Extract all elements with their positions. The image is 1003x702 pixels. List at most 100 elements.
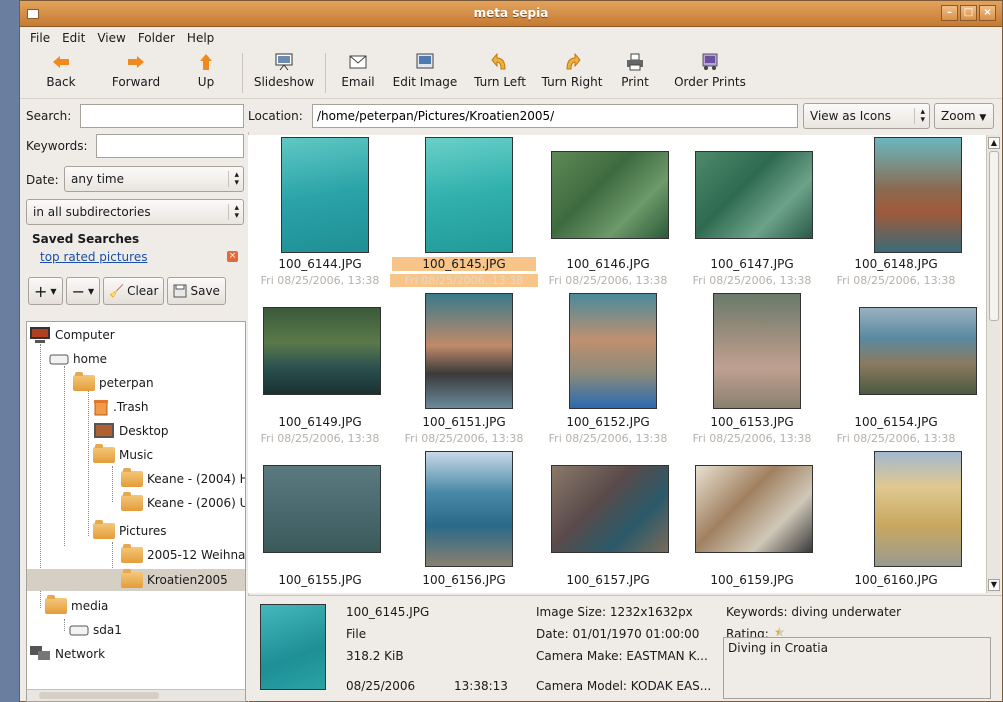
spin-arrows-icon: ▴ ▾ bbox=[228, 204, 239, 221]
email-label: Email bbox=[341, 75, 375, 89]
tree-item-pictures[interactable]: Pictures bbox=[93, 520, 167, 542]
tree-item-keane-2006[interactable]: Keane - (2006) Und bbox=[121, 492, 245, 514]
photo-thumbnail[interactable] bbox=[874, 451, 962, 567]
thumbnail-item[interactable]: 100_6155.JPG bbox=[248, 451, 392, 593]
view-mode-select[interactable]: View as Icons ▴ ▾ bbox=[803, 103, 930, 129]
email-button[interactable]: Email bbox=[332, 49, 384, 97]
file-date: Fri 08/25/2006, 13:38 bbox=[260, 274, 380, 287]
thumbnail-item[interactable]: 100_6152.JPG Fri 08/25/2006, 13:38 bbox=[536, 293, 680, 451]
print-button[interactable]: Print bbox=[610, 49, 660, 97]
close-icon[interactable]: × bbox=[979, 5, 996, 21]
photo-thumbnail[interactable] bbox=[551, 151, 669, 239]
folder-tree[interactable]: Computer home peterpan .Trash Desktop Mu… bbox=[26, 321, 246, 702]
menu-edit[interactable]: Edit bbox=[58, 31, 89, 45]
subdirectories-select[interactable]: in all subdirectories ▴ ▾ bbox=[26, 199, 244, 225]
keywords-input[interactable] bbox=[96, 134, 244, 158]
selected-photo-preview bbox=[260, 604, 326, 690]
menu-file[interactable]: File bbox=[26, 31, 54, 45]
tree-label: Kroatien2005 bbox=[147, 573, 228, 587]
edit-image-label: Edit Image bbox=[392, 75, 458, 89]
photo-thumbnail[interactable] bbox=[695, 465, 813, 553]
thumbnail-item[interactable]: 100_6151.JPG Fri 08/25/2006, 13:38 bbox=[392, 293, 536, 451]
desktop-icon bbox=[94, 423, 114, 438]
remove-search-button[interactable]: − ▼ bbox=[65, 277, 101, 305]
thumbnail-item[interactable]: 100_6146.JPG Fri 08/25/2006, 13:38 bbox=[536, 135, 680, 293]
thumbnail-item[interactable]: 100_6145.JPG Fri 08/25/2006, 13:38 bbox=[390, 135, 538, 293]
comment-field[interactable]: Diving in Croatia bbox=[723, 637, 991, 699]
tree-item-kroatien2005[interactable]: Kroatien2005 bbox=[27, 569, 245, 591]
photo-thumbnail[interactable] bbox=[425, 137, 513, 253]
tree-item-keane-2004[interactable]: Keane - (2004) Hop bbox=[121, 468, 245, 490]
folder-icon bbox=[121, 492, 143, 511]
thumbnail-item[interactable]: 100_6153.JPG Fri 08/25/2006, 13:38 bbox=[680, 293, 824, 451]
photo-thumbnail[interactable] bbox=[425, 451, 513, 567]
thumbnail-item[interactable]: 100_6144.JPG Fri 08/25/2006, 13:38 bbox=[248, 135, 392, 293]
tree-item-home[interactable]: home bbox=[49, 348, 107, 370]
thumbnail-grid[interactable]: 100_6144.JPG Fri 08/25/2006, 13:38 100_6… bbox=[248, 135, 986, 593]
saved-search-top-rated[interactable]: top rated pictures bbox=[40, 250, 147, 264]
slideshow-button[interactable]: Slideshow bbox=[249, 49, 319, 97]
scrollbar-thumb[interactable] bbox=[39, 692, 159, 699]
tree-item-computer[interactable]: Computer bbox=[29, 324, 115, 346]
back-button[interactable]: Back bbox=[26, 49, 96, 97]
thumbnail-item[interactable]: 100_6147.JPG Fri 08/25/2006, 13:38 bbox=[680, 135, 824, 293]
photo-thumbnail[interactable] bbox=[713, 293, 801, 409]
spin-arrows-icon: ▴ ▾ bbox=[228, 171, 239, 188]
search-input[interactable] bbox=[80, 104, 244, 128]
scroll-up-icon[interactable]: ▲ bbox=[988, 137, 1000, 149]
tree-item-weihnachten[interactable]: 2005-12 Weihnach bbox=[121, 544, 245, 566]
zoom-button[interactable]: Zoom ▼ bbox=[934, 103, 994, 129]
photo-thumbnail[interactable] bbox=[551, 465, 669, 553]
thumbnail-item[interactable]: 100_6157.JPG bbox=[536, 451, 680, 593]
photo-thumbnail[interactable] bbox=[695, 151, 813, 239]
photo-thumbnail[interactable] bbox=[859, 307, 977, 395]
turn-right-button[interactable]: Turn Right bbox=[534, 49, 610, 97]
thumbnail-item[interactable]: 100_6148.JPG Fri 08/25/2006, 13:38 bbox=[824, 135, 968, 293]
photo-thumbnail[interactable] bbox=[425, 293, 513, 409]
date-select[interactable]: any time ▴ ▾ bbox=[64, 166, 244, 192]
edit-image-button[interactable]: Edit Image bbox=[384, 49, 466, 97]
tree-item-sda1[interactable]: sda1 bbox=[69, 619, 122, 641]
keywords-label: Keywords: bbox=[26, 139, 88, 153]
tree-label: Network bbox=[55, 647, 106, 661]
tree-item-music[interactable]: Music bbox=[93, 444, 153, 466]
window-title: meta sepia bbox=[473, 6, 549, 20]
photo-thumbnail[interactable] bbox=[569, 293, 657, 409]
tree-item-trash[interactable]: .Trash bbox=[93, 396, 149, 418]
photo-thumbnail[interactable] bbox=[281, 137, 369, 253]
file-name: 100_6144.JPG bbox=[278, 257, 362, 271]
grid-vertical-scrollbar[interactable]: ▲ ▼ bbox=[986, 135, 1000, 593]
tree-horizontal-scrollbar[interactable] bbox=[27, 689, 245, 701]
chevron-down-icon: ▼ bbox=[87, 286, 95, 296]
save-button[interactable]: Save bbox=[167, 277, 226, 305]
add-search-button[interactable]: + ▼ bbox=[28, 277, 63, 305]
forward-button[interactable]: Forward bbox=[96, 49, 176, 97]
tree-item-desktop[interactable]: Desktop bbox=[93, 420, 169, 442]
menu-folder[interactable]: Folder bbox=[134, 31, 179, 45]
thumbnail-item[interactable]: 100_6160.JPG bbox=[824, 451, 968, 593]
file-name: 100_6152.JPG bbox=[566, 415, 650, 429]
location-input[interactable] bbox=[312, 104, 798, 128]
thumbnail-item[interactable]: 100_6149.JPG Fri 08/25/2006, 13:38 bbox=[248, 293, 392, 451]
thumbnail-item[interactable]: 100_6159.JPG bbox=[680, 451, 824, 593]
minimize-icon[interactable]: – bbox=[941, 5, 958, 21]
turn-left-button[interactable]: Turn Left bbox=[466, 49, 534, 97]
delete-icon[interactable]: × bbox=[227, 251, 238, 262]
photo-thumbnail[interactable] bbox=[263, 465, 381, 553]
tree-item-peterpan[interactable]: peterpan bbox=[73, 372, 154, 394]
up-button[interactable]: Up bbox=[176, 49, 236, 97]
scroll-down-icon[interactable]: ▼ bbox=[988, 579, 1000, 591]
thumbnail-item[interactable]: 100_6156.JPG bbox=[392, 451, 536, 593]
tree-item-network[interactable]: Network bbox=[29, 643, 105, 665]
clear-button[interactable]: 🧹 Clear bbox=[103, 277, 165, 305]
photo-thumbnail[interactable] bbox=[874, 137, 962, 253]
scrollbar-thumb[interactable] bbox=[989, 151, 999, 321]
menu-help[interactable]: Help bbox=[183, 31, 218, 45]
maximize-icon[interactable]: □ bbox=[960, 5, 977, 21]
menu-view[interactable]: View bbox=[93, 31, 129, 45]
tree-item-media[interactable]: media bbox=[45, 595, 108, 617]
photo-thumbnail[interactable] bbox=[263, 307, 381, 395]
title-bar[interactable]: meta sepia – □ × bbox=[20, 1, 1002, 27]
thumbnail-item[interactable]: 100_6154.JPG Fri 08/25/2006, 13:38 bbox=[824, 293, 977, 451]
order-prints-button[interactable]: Order Prints bbox=[660, 49, 760, 97]
